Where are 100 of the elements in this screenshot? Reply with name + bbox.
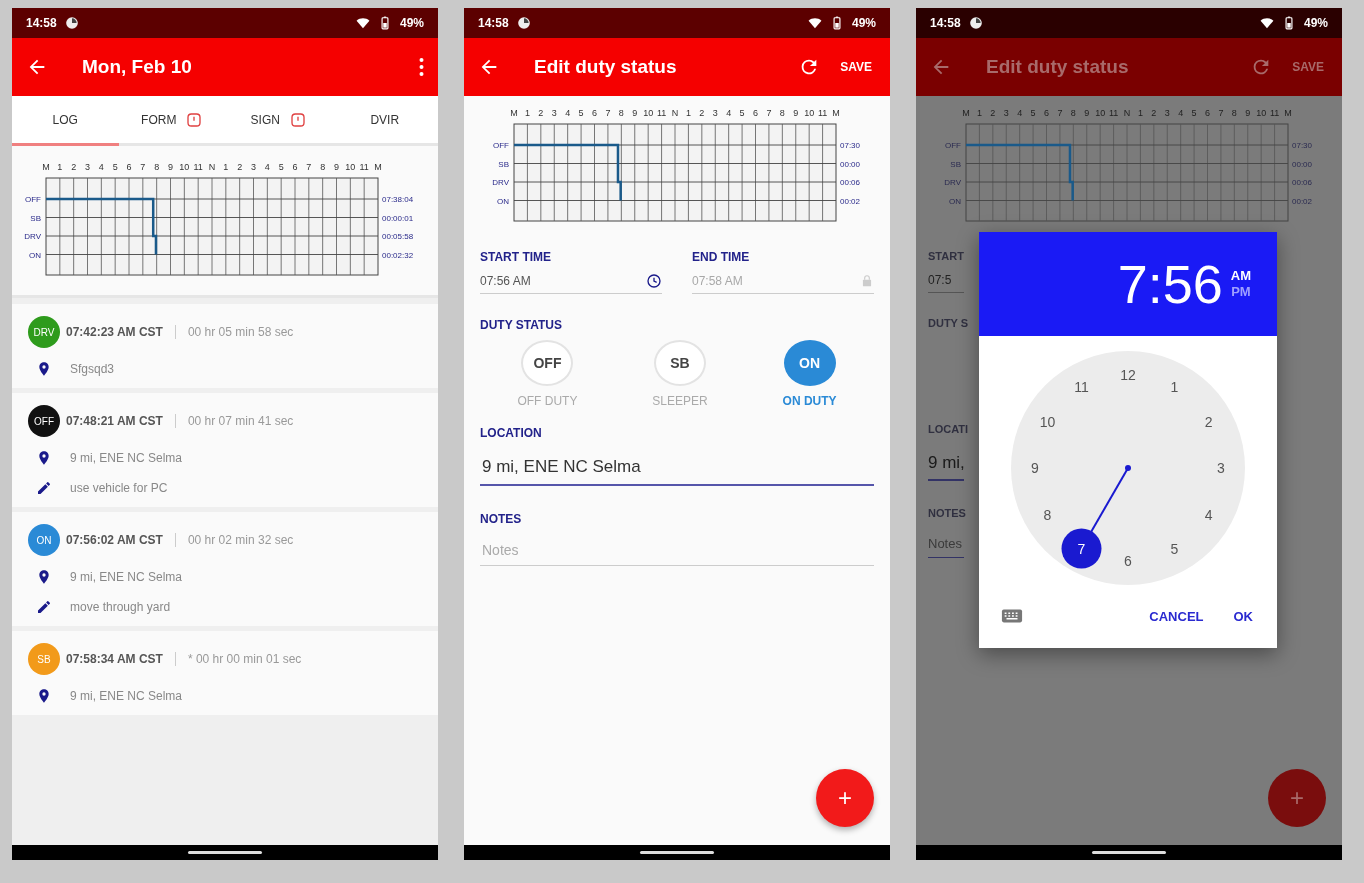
hour-label: M <box>374 162 382 172</box>
hour-label: 11 <box>193 162 203 172</box>
hour-number[interactable]: 2 <box>1204 413 1213 430</box>
hour-label: 10 <box>345 162 356 172</box>
battery-level: 49% <box>1303 15 1328 32</box>
hour-label: 9 <box>334 162 339 172</box>
save-button[interactable]: SAVE <box>836 54 876 80</box>
duty-total: 00:05:58 <box>382 232 414 241</box>
more-icon <box>419 57 424 77</box>
hour-label: 10 <box>179 162 190 172</box>
hour-label: 2 <box>71 162 77 172</box>
hour-label: 11 <box>1108 108 1119 118</box>
location-pin-icon <box>36 688 52 704</box>
event-location: 9 mi, ENE NC Selma <box>70 569 183 586</box>
hour-label: 5 <box>1030 108 1036 118</box>
field-label: NOTES <box>480 510 523 528</box>
field-label: START TIME <box>480 249 553 266</box>
hour-label: 1 <box>57 162 63 172</box>
duty-row-label: SB <box>30 213 41 223</box>
hour-label: 9 <box>1084 108 1090 118</box>
hour-label: 3 <box>1164 108 1170 118</box>
notification-icon <box>64 16 79 30</box>
pencil-icon <box>36 599 52 615</box>
clock-icon <box>646 273 662 289</box>
duty-total: 00:06 <box>1292 178 1313 187</box>
start-time-field[interactable]: 07:5 <box>928 270 964 293</box>
hour-label: 3 <box>712 108 718 118</box>
hour-label: N <box>671 108 679 118</box>
hour-number[interactable]: 11 <box>1074 379 1089 396</box>
hour-label: 5 <box>1191 108 1197 118</box>
hour-label: M <box>962 108 970 118</box>
dialog-button[interactable]: CANCEL <box>1141 602 1212 630</box>
period-option[interactable]: PM <box>1230 285 1251 300</box>
hour-number[interactable]: 8 <box>1043 506 1052 523</box>
duty-total: 00:02 <box>840 196 861 206</box>
event-location: 9 mi, ENE NC Selma <box>70 450 183 467</box>
hour-label: 2 <box>538 108 544 118</box>
duty-total: 07:30 <box>1292 141 1313 150</box>
event-time: 07:42:23 AM CST <box>66 324 163 341</box>
hour-label: 6 <box>126 162 132 172</box>
hour-number[interactable]: 12 <box>1120 367 1136 383</box>
dialog-button[interactable]: OK <box>1225 602 1261 630</box>
duty-row-label: OFF <box>25 195 41 204</box>
field-label: DUTY STATUS <box>480 317 563 334</box>
hour-number[interactable]: 5 <box>1170 540 1179 557</box>
hour-label: 6 <box>1044 108 1049 118</box>
event-duration: 00 hr 02 min 32 sec <box>187 532 294 549</box>
duty-total: 00:06 <box>840 178 861 187</box>
add-button[interactable]: + <box>816 769 874 827</box>
hour-label: 4 <box>726 108 732 118</box>
hour-label: 6 <box>753 108 758 118</box>
hour-number[interactable]: 4 <box>1204 506 1213 523</box>
hour-label: 7 <box>1218 108 1224 118</box>
hour-label: 4 <box>98 162 104 172</box>
hour-label: 6 <box>1205 108 1210 118</box>
notification-icon <box>516 16 531 30</box>
hour-number[interactable]: 3 <box>1217 460 1225 476</box>
hour-label: 7 <box>140 162 146 172</box>
hour-number[interactable]: 1 <box>1170 379 1179 396</box>
hour-label: 9 <box>793 108 799 118</box>
hour-label: 2 <box>990 108 996 118</box>
event-duration: 00 hr 07 min 41 sec <box>187 413 294 430</box>
hour-label: 10 <box>1095 108 1106 118</box>
hour-label: 9 <box>168 162 173 172</box>
hour-label: 10 <box>804 108 815 118</box>
event-time: 07:56:02 AM CST <box>66 532 163 549</box>
period-option[interactable]: AM <box>1230 268 1251 283</box>
duty-row-label: DRV <box>24 232 41 241</box>
more-menu-button[interactable] <box>419 57 424 77</box>
status-badge: ON <box>28 524 60 556</box>
hour-label: 2 <box>1151 108 1157 118</box>
hour-label: 7 <box>1057 108 1063 118</box>
hour-label: 4 <box>1178 108 1184 118</box>
tab[interactable]: DVIR <box>331 96 438 146</box>
hour-label: 8 <box>779 108 785 118</box>
tab[interactable]: SIGN <box>225 96 332 146</box>
event-location: Sfgsqd3 <box>70 361 115 378</box>
duty-row-label: SB <box>950 159 961 169</box>
screen-title: Edit duty status <box>534 54 677 79</box>
hour-label: 2 <box>237 162 243 172</box>
start-time-field[interactable]: 07:56 AM <box>480 272 662 294</box>
battery-level: 49% <box>851 15 876 32</box>
hour-label: 8 <box>1231 108 1237 118</box>
hour-label: 8 <box>1070 108 1076 118</box>
location-pin-icon <box>36 569 52 585</box>
hour-number[interactable]: 9 <box>1031 460 1039 476</box>
field-label: LOCATION <box>480 425 543 442</box>
hour-number[interactable]: 6 <box>1124 553 1132 569</box>
hour-number[interactable]: 7 <box>1077 540 1086 557</box>
tab[interactable]: FORM <box>118 96 225 146</box>
hour-label: 2 <box>699 108 705 118</box>
location-field[interactable]: 9 mi, <box>928 445 964 481</box>
notes-field[interactable]: Notes <box>928 529 964 558</box>
event-note: use vehicle for PC <box>70 480 168 497</box>
field-label: END TIME <box>692 249 751 266</box>
location-field[interactable]: 9 mi, ENE NC Selma <box>480 450 874 486</box>
hour-number[interactable]: 10 <box>1039 413 1056 430</box>
location-pin-icon <box>36 450 52 466</box>
hour-label: 4 <box>565 108 571 118</box>
hour-label: M <box>832 108 840 118</box>
